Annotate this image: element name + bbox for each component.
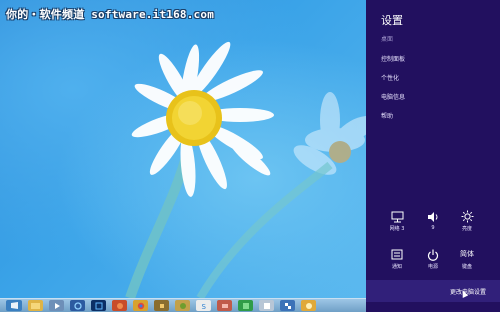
green-app-icon[interactable] (238, 300, 253, 311)
skype-icon[interactable]: S (196, 300, 211, 311)
app-icon[interactable] (175, 300, 190, 311)
change-pc-settings-button[interactable]: 更改电脑设置 (366, 280, 500, 302)
keyboard-button[interactable]: 简体 键盘 (452, 248, 482, 270)
chrome-icon[interactable] (133, 300, 148, 311)
volume-icon (427, 210, 440, 223)
settings-item-pc-info[interactable]: 电脑信息 (381, 92, 405, 101)
keyboard-language-label: 简体 (460, 250, 474, 258)
settings-item-desktop: 桌面 (381, 36, 394, 43)
network-button[interactable]: 网络 3 (382, 210, 412, 232)
volume-label: 9 (431, 225, 435, 231)
brightness-label: 亮度 (461, 226, 472, 232)
power-button[interactable]: 电源 (418, 248, 448, 270)
notifications-icon (391, 248, 403, 261)
settings-item-control-panel[interactable]: 控制面板 (381, 54, 405, 63)
explorer-icon[interactable] (28, 300, 43, 311)
taskbar: S (0, 298, 366, 312)
app-icon[interactable] (112, 300, 127, 311)
brightness-button[interactable]: 亮度 (452, 210, 482, 232)
settings-item-personalization[interactable]: 个性化 (381, 73, 399, 82)
ie-icon[interactable] (70, 300, 85, 311)
brightness-icon (461, 210, 474, 223)
settings-charm-panel: 设置 桌面 控制面板 个性化 电脑信息 帮助 网络 3 9 亮度 通知 电源 简… (366, 0, 500, 312)
keyboard-label: 键盘 (461, 264, 472, 270)
power-icon (427, 248, 439, 261)
desktop-wallpaper: 你的・软件频道 software.it168.com (0, 0, 366, 298)
watermark-text: 你的・软件频道 software.it168.com (6, 8, 215, 21)
app-icon[interactable] (259, 300, 274, 311)
notifications-button[interactable]: 通知 (382, 248, 412, 270)
network-label: 网络 3 (389, 226, 405, 232)
notifications-label: 通知 (391, 264, 402, 270)
settings-item-help[interactable]: 帮助 (381, 111, 393, 120)
network-icon (391, 210, 404, 223)
media-icon[interactable] (49, 300, 64, 311)
daisy-wallpaper-image (125, 41, 366, 298)
power-label: 电源 (427, 264, 438, 270)
app-icon[interactable] (154, 300, 169, 311)
app-icon[interactable] (301, 300, 316, 311)
app-icon[interactable] (217, 300, 232, 311)
start-icon[interactable] (6, 300, 22, 311)
svg-text:S: S (201, 303, 206, 310)
volume-button[interactable]: 9 (418, 210, 448, 231)
settings-title: 设置 (381, 14, 403, 27)
photoshop-icon[interactable] (91, 300, 106, 311)
app-icon[interactable] (280, 300, 295, 311)
